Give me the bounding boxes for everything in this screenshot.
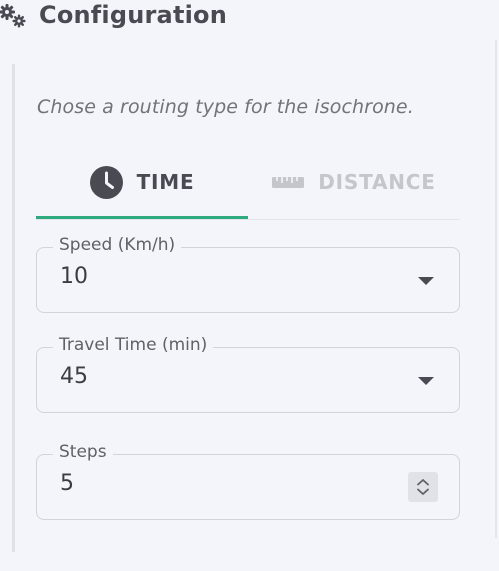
tab-time[interactable]: TIME (36, 148, 248, 216)
routing-type-tabs: TIME DISTANCE (36, 148, 460, 220)
number-stepper[interactable] (408, 472, 438, 502)
speed-select[interactable]: Speed (Km/h) 10 (36, 235, 460, 313)
clock-icon (89, 165, 123, 199)
chevron-down-icon[interactable] (418, 377, 434, 385)
configuration-panel: Configuration Chose a routing type for t… (0, 0, 499, 571)
tab-distance[interactable]: DISTANCE (248, 148, 460, 216)
chevron-down-icon[interactable] (418, 277, 434, 285)
tab-distance-label: DISTANCE (318, 170, 436, 194)
steps-label: Steps (53, 442, 113, 462)
panel-edge (495, 40, 497, 538)
section-divider (12, 64, 15, 552)
active-tab-indicator (36, 216, 248, 219)
steps-value[interactable]: 5 (60, 471, 74, 496)
steps-input[interactable]: Steps 5 (36, 442, 460, 520)
speed-label: Speed (Km/h) (53, 235, 182, 255)
tab-time-label: TIME (136, 170, 195, 194)
travel-time-label: Travel Time (min) (53, 335, 214, 355)
panel-title: Configuration (39, 1, 228, 29)
gears-icon (0, 4, 28, 28)
travel-time-value: 45 (60, 364, 88, 389)
travel-time-select[interactable]: Travel Time (min) 45 (36, 335, 460, 413)
routing-type-hint: Chose a routing type for the isochrone. (37, 96, 414, 118)
ruler-icon (272, 175, 305, 189)
speed-value: 10 (60, 264, 88, 289)
up-down-icon (417, 479, 429, 495)
